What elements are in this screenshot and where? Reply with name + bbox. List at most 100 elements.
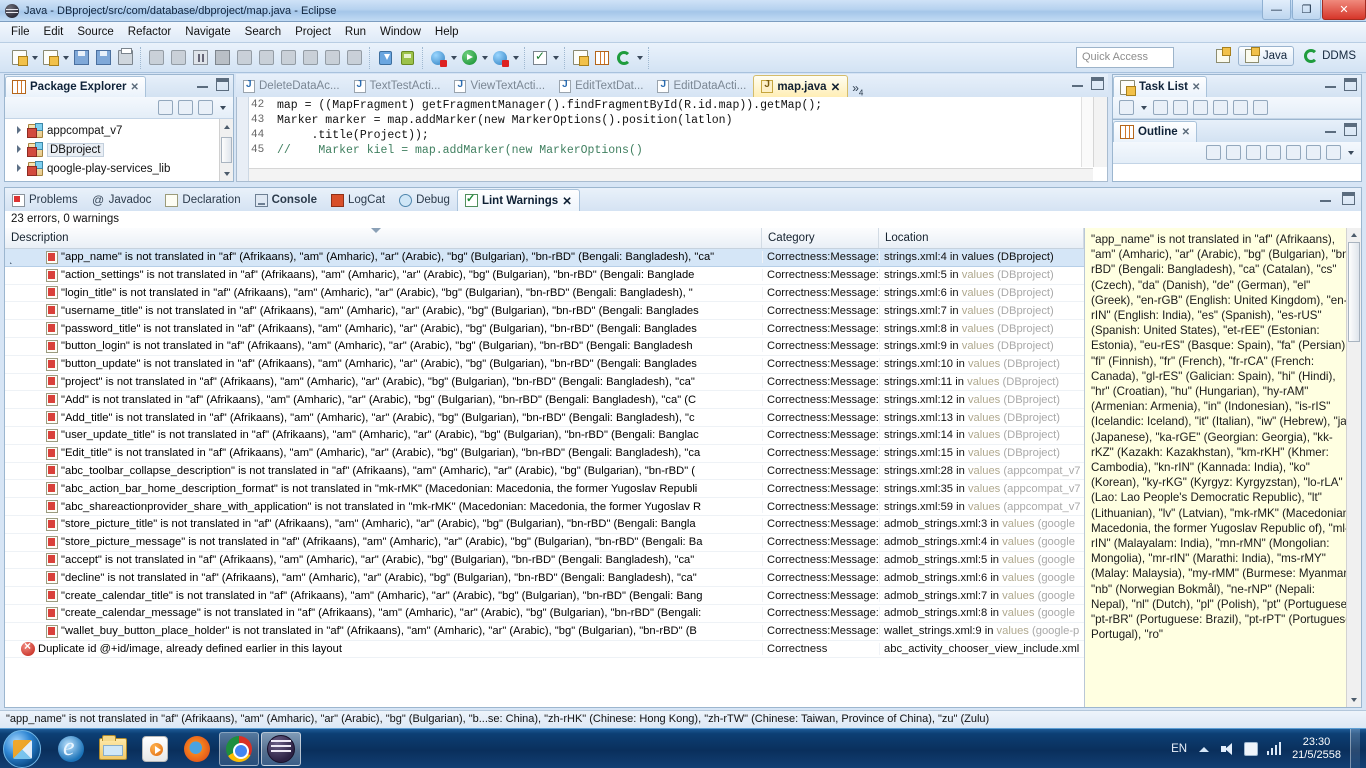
package-explorer-scrollbar[interactable] [219, 119, 233, 181]
step-over-button[interactable] [278, 48, 298, 68]
tab-task-list[interactable]: Task List ✕ [1113, 76, 1208, 97]
taskbar-chrome[interactable] [219, 731, 259, 766]
minimize-view-icon[interactable] [196, 78, 209, 91]
detail-scrollbar[interactable] [1346, 228, 1361, 707]
suspend-button[interactable] [190, 48, 210, 68]
view-menu-icon[interactable] [1326, 145, 1341, 160]
column-header-category[interactable]: Category [762, 228, 879, 248]
table-row[interactable]: "accept" is not translated in "af" (Afri… [5, 552, 1084, 570]
network-icon[interactable] [1267, 742, 1283, 755]
terminate-button[interactable] [212, 48, 232, 68]
open-sdk-manager-button[interactable] [375, 48, 395, 68]
table-row[interactable]: "Add_title" is not translated in "af" (A… [5, 409, 1084, 427]
table-row[interactable]: "button_login" is not translated in "af"… [5, 338, 1084, 356]
resize-grip-icon[interactable] [1350, 713, 1364, 727]
maximize-view-icon[interactable] [216, 78, 229, 91]
editor-tab-map-java[interactable]: map.java ✕ [753, 75, 849, 97]
maximize-view-icon[interactable] [1342, 192, 1355, 205]
start-button[interactable] [3, 729, 41, 768]
editor-tab-deletedataactivity[interactable]: DeleteDataAc... [236, 75, 347, 97]
scheduled-mode-icon[interactable] [1173, 100, 1188, 115]
volume-icon[interactable] [1221, 742, 1235, 755]
table-row[interactable]: "user_update_title" is not translated in… [5, 427, 1084, 445]
expand-arrow-icon[interactable] [15, 126, 24, 135]
table-row[interactable]: "button_update" is not translated in "af… [5, 356, 1084, 374]
table-row[interactable]: Duplicate id @+id/image, already defined… [5, 641, 1084, 659]
menu-run[interactable]: Run [338, 24, 373, 40]
column-header-description[interactable]: Description [5, 228, 762, 248]
menu-edit[interactable]: Edit [37, 24, 71, 40]
tab-package-explorer[interactable]: Package Explorer ✕ [5, 76, 146, 97]
taskbar-internet-explorer[interactable] [51, 732, 91, 766]
close-icon[interactable]: ✕ [562, 194, 572, 208]
table-row[interactable]: "project" is not translated in "af" (Afr… [5, 374, 1084, 392]
table-row[interactable]: "Add" is not translated in "af" (Afrikaa… [5, 391, 1084, 410]
step-return-button[interactable] [300, 48, 320, 68]
debug-dropdown-arrow-icon[interactable] [449, 48, 458, 68]
table-row[interactable]: "create_calendar_message" is not transla… [5, 605, 1084, 623]
language-indicator[interactable]: EN [1171, 743, 1187, 755]
table-row[interactable]: "password_title" is not translated in "a… [5, 320, 1084, 338]
open-perspective-button[interactable] [1213, 46, 1233, 66]
close-button[interactable]: ✕ [1322, 0, 1366, 20]
table-row[interactable]: "abc_shareactionprovider_share_with_appl… [5, 498, 1084, 516]
minimize-button[interactable]: — [1262, 0, 1291, 20]
editor-vertical-scrollbar[interactable] [1093, 97, 1107, 167]
new-dropdown-arrow-icon[interactable] [30, 48, 39, 68]
new-button[interactable] [9, 48, 29, 68]
table-row[interactable]: "Edit_title" is not translated in "af" (… [5, 445, 1084, 463]
taskbar-file-explorer[interactable] [93, 732, 133, 766]
column-header-location[interactable]: Location [879, 228, 1084, 248]
code-editor[interactable]: 42 43 44 45 map = ((MapFragment) getFrag… [236, 97, 1108, 182]
debug-button[interactable] [428, 48, 448, 68]
table-row[interactable]: "store_picture_title" is not translated … [5, 516, 1084, 534]
maximize-button[interactable]: ❐ [1292, 0, 1321, 20]
menu-navigate[interactable]: Navigate [178, 24, 237, 40]
save-button[interactable] [71, 48, 91, 68]
new-java-class-button[interactable] [570, 48, 590, 68]
new-task-icon[interactable] [1119, 100, 1134, 115]
filter-icon[interactable] [1233, 100, 1248, 115]
print-button[interactable] [115, 48, 135, 68]
show-hidden-icons-icon[interactable] [1196, 741, 1212, 757]
hide-static-icon[interactable] [1266, 145, 1281, 160]
menu-help[interactable]: Help [428, 24, 466, 40]
close-icon[interactable]: ✕ [831, 80, 841, 94]
hide-fields-icon[interactable] [1246, 145, 1261, 160]
search-dropdown-arrow-icon[interactable] [635, 48, 644, 68]
menu-file[interactable]: File [4, 24, 37, 40]
table-row[interactable]: "login_title" is not translated in "af" … [5, 285, 1084, 303]
new-table-button[interactable] [592, 48, 612, 68]
view-menu-icon[interactable] [198, 100, 213, 115]
disconnect-button[interactable] [234, 48, 254, 68]
minimize-view-icon[interactable] [1324, 123, 1337, 136]
table-row[interactable]: "username_title" is not translated in "a… [5, 302, 1084, 321]
taskbar-firefox[interactable] [177, 732, 217, 766]
editor-more-tabs-button[interactable]: »4 [848, 81, 867, 97]
tree-item-appcompat[interactable]: appcompat_v7 [5, 121, 233, 140]
table-row[interactable]: "action_settings" is not translated in "… [5, 267, 1084, 285]
editor-horizontal-scrollbar[interactable] [249, 168, 1093, 181]
step-into-button[interactable] [256, 48, 276, 68]
scroll-down-icon[interactable] [220, 166, 233, 181]
editor-tab-edittextdata[interactable]: EditTextDat... [552, 75, 650, 97]
new-wizard-dropdown-arrow-icon[interactable] [61, 48, 70, 68]
table-row[interactable]: "abc_action_bar_home_description_format"… [5, 480, 1084, 499]
link-with-editor-icon[interactable] [178, 100, 193, 115]
maximize-editor-icon[interactable] [1091, 77, 1104, 90]
scrollbar-thumb[interactable] [221, 137, 232, 163]
tab-console[interactable]: Console [248, 189, 324, 211]
menu-window[interactable]: Window [373, 24, 428, 40]
external-tools-dropdown-arrow-icon[interactable] [511, 48, 520, 68]
collapse-all-icon[interactable] [158, 100, 173, 115]
close-icon[interactable]: ✕ [1192, 82, 1200, 93]
tab-problems[interactable]: Problems [5, 189, 85, 211]
editor-tab-viewtextactivity[interactable]: ViewTextActi... [447, 75, 552, 97]
new-task-arrow-icon[interactable] [1139, 98, 1148, 118]
expand-arrow-icon[interactable] [15, 145, 24, 154]
table-row[interactable]: "app_name" is not translated in "af" (Af… [5, 249, 1084, 267]
close-icon[interactable]: ✕ [1182, 127, 1190, 138]
table-row[interactable]: "store_picture_message" is not translate… [5, 534, 1084, 552]
menu-search[interactable]: Search [238, 24, 288, 40]
validate-dropdown-arrow-icon[interactable] [551, 48, 560, 68]
